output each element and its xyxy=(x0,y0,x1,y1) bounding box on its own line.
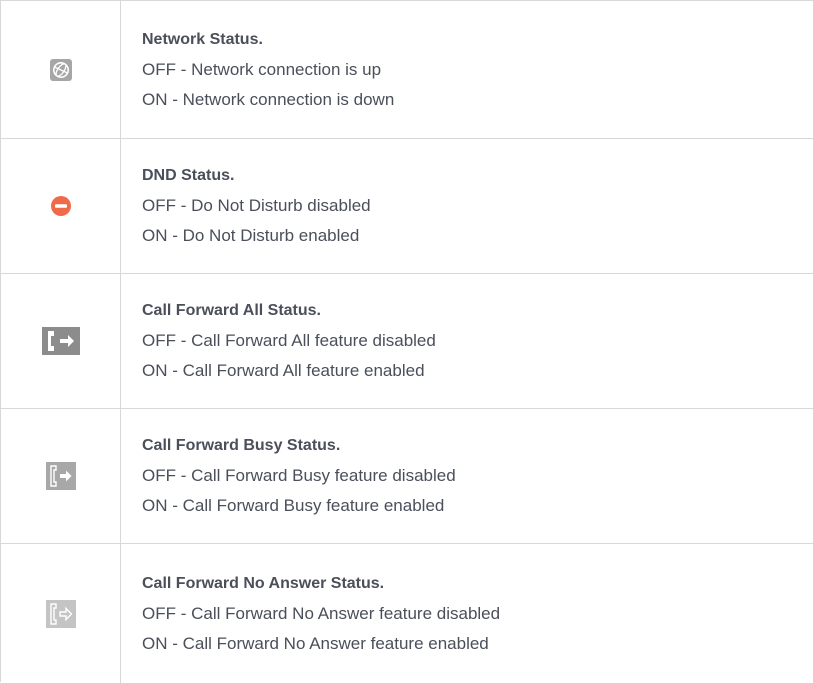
row-title: DND Status. xyxy=(142,167,235,184)
icon-cell xyxy=(1,409,121,543)
dnd-icon xyxy=(50,195,72,217)
on-description: ON - Call Forward Busy feature enabled xyxy=(142,496,445,515)
table-row: Call Forward No Answer Status. OFF - Cal… xyxy=(1,544,813,683)
row-title: Network Status. xyxy=(142,30,263,48)
status-icon-table: Network Status. OFF - Network connection… xyxy=(0,0,813,683)
off-description: OFF - Call Forward No Answer feature dis… xyxy=(142,603,501,623)
row-title: Call Forward All Status. xyxy=(142,302,321,319)
icon-cell xyxy=(1,274,121,408)
icon-cell xyxy=(1,1,121,138)
table-row: Call Forward Busy Status. OFF - Call For… xyxy=(1,409,813,544)
off-description: OFF - Call Forward All feature disabled xyxy=(142,331,436,350)
row-title: Call Forward No Answer Status. xyxy=(142,574,385,592)
call-forward-all-icon xyxy=(41,327,80,355)
on-description: ON - Call Forward All feature enabled xyxy=(142,361,425,380)
call-forward-busy-icon xyxy=(45,462,76,490)
on-description: ON - Call Forward No Answer feature enab… xyxy=(142,633,489,653)
icon-cell xyxy=(1,544,121,683)
description-cell: Call Forward No Answer Status. OFF - Cal… xyxy=(121,544,813,683)
description-cell: Network Status. OFF - Network connection… xyxy=(121,1,813,138)
description-cell: Call Forward All Status. OFF - Call Forw… xyxy=(121,274,813,408)
description-cell: Call Forward Busy Status. OFF - Call For… xyxy=(121,409,813,543)
row-title: Call Forward Busy Status. xyxy=(142,437,341,454)
off-description: OFF - Do Not Disturb disabled xyxy=(142,196,371,215)
icon-cell xyxy=(1,139,121,273)
off-description: OFF - Network connection is up xyxy=(142,59,382,79)
on-description: ON - Do Not Disturb enabled xyxy=(142,226,360,245)
table-row: DND Status. OFF - Do Not Disturb disable… xyxy=(1,139,813,274)
off-description: OFF - Call Forward Busy feature disabled xyxy=(142,466,456,485)
on-description: ON - Network connection is down xyxy=(142,89,395,109)
table-row: Call Forward All Status. OFF - Call Forw… xyxy=(1,274,813,409)
network-globe-icon xyxy=(49,58,72,81)
table-row: Network Status. OFF - Network connection… xyxy=(1,1,813,139)
description-cell: DND Status. OFF - Do Not Disturb disable… xyxy=(121,139,813,273)
call-forward-no-answer-icon xyxy=(45,599,76,628)
